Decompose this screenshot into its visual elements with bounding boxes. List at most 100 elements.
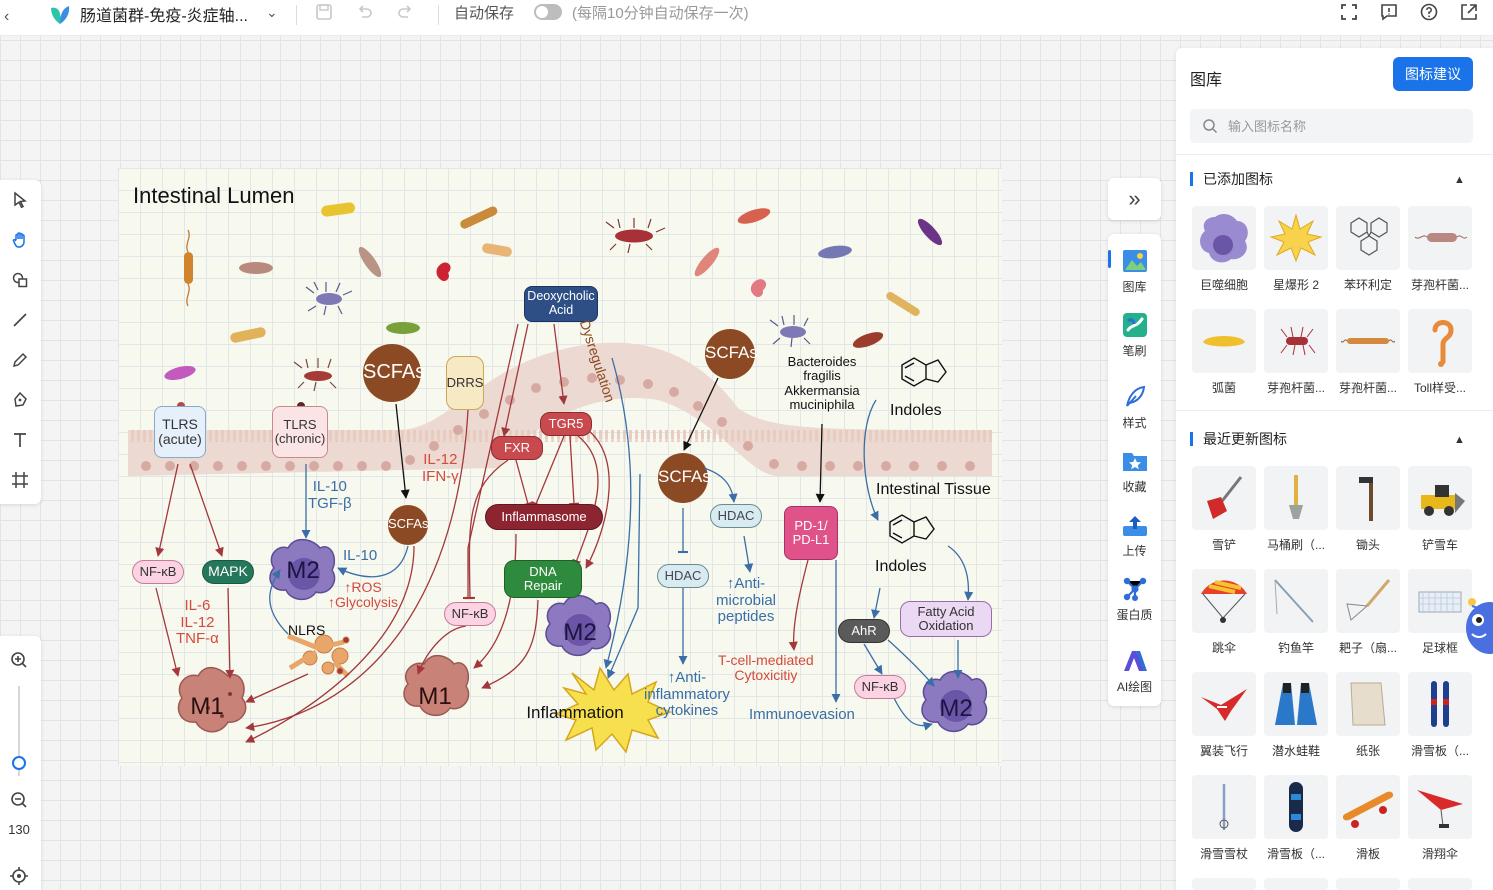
m1-label-left[interactable]: M1: [182, 693, 232, 720]
tile-vibrio[interactable]: [1192, 309, 1256, 373]
tile-partial[interactable]: [1192, 878, 1256, 890]
m2-label-right[interactable]: M2: [931, 695, 981, 722]
tile-fishing-rod[interactable]: [1264, 569, 1328, 633]
added-icons-section[interactable]: 已添加图标: [1190, 172, 1273, 186]
icon-suggest-button[interactable]: 图标建议: [1393, 57, 1473, 91]
scfa-label-small[interactable]: SCFAs: [388, 516, 428, 531]
il10-tgfb-label[interactable]: IL-10 TGF-β: [308, 478, 352, 512]
tile-toll-receptor[interactable]: [1408, 309, 1472, 373]
m1-label-center[interactable]: M1: [410, 683, 460, 710]
shape-tool-icon[interactable]: [8, 268, 32, 292]
dna-repair-node[interactable]: DNA Repair: [504, 560, 582, 598]
feedback-icon[interactable]: [1379, 2, 1399, 26]
m2-label-left[interactable]: M2: [278, 557, 328, 584]
icon-search-box[interactable]: [1190, 109, 1473, 143]
tile-macrophage[interactable]: [1192, 206, 1256, 270]
strip-favorites[interactable]: 收藏: [1108, 448, 1161, 495]
tile-partial[interactable]: [1336, 878, 1400, 890]
text-tool-icon[interactable]: [8, 428, 32, 452]
hdac-lower[interactable]: HDAC: [657, 564, 709, 588]
strip-ai-draw[interactable]: AI绘图: [1108, 648, 1161, 695]
anti-microbial-label[interactable]: ↑Anti- microbial peptides: [716, 575, 776, 626]
zoom-out-icon[interactable]: [9, 790, 29, 815]
strip-protein[interactable]: 蛋白质: [1108, 576, 1161, 623]
collapse-panel-button[interactable]: »: [1108, 178, 1161, 220]
pen-tool-icon[interactable]: [8, 388, 32, 412]
il10-label[interactable]: IL-10: [343, 547, 377, 565]
pencil-tool-icon[interactable]: [8, 348, 32, 372]
fxr-node[interactable]: FXR: [491, 436, 543, 460]
il12-ifng-label[interactable]: IL-12 IFN-γ: [422, 451, 459, 485]
cytokines-label[interactable]: IL-6 IL-12 TNF-α: [176, 597, 219, 648]
zoom-level[interactable]: 130: [0, 822, 38, 837]
tile-partial[interactable]: [1408, 878, 1472, 890]
collapse-caret-icon[interactable]: ▲: [1454, 434, 1465, 446]
export-icon[interactable]: [1459, 2, 1479, 26]
help-icon[interactable]: [1419, 2, 1439, 26]
hand-tool-icon[interactable]: [8, 228, 32, 252]
tile-toilet-brush[interactable]: [1264, 466, 1328, 530]
tile-rake[interactable]: [1336, 569, 1400, 633]
tile-ski-pole[interactable]: [1192, 775, 1256, 839]
fullscreen-icon[interactable]: [1339, 2, 1359, 26]
tissue-label[interactable]: Intestinal Tissue: [876, 481, 991, 499]
tile-phencyclidine[interactable]: [1336, 206, 1400, 270]
tile-parachute[interactable]: [1192, 569, 1256, 633]
fatty-acid-oxidation-node[interactable]: Fatty Acid Oxidation: [900, 601, 992, 637]
diagram-canvas[interactable]: Intestinal Lumen Intestinal Tissue TLRS …: [118, 168, 1002, 766]
tile-diving-fins[interactable]: [1264, 672, 1328, 736]
inflammasome-node[interactable]: Inflammasome: [485, 504, 603, 530]
tile-chain-bacillus[interactable]: [1336, 309, 1400, 373]
m2-label-center[interactable]: M2: [555, 619, 605, 646]
scfa-label-lumen[interactable]: SCFAs: [363, 361, 425, 383]
line-tool-icon[interactable]: [8, 308, 32, 332]
zoom-in-icon[interactable]: [9, 650, 29, 675]
inflammation-label[interactable]: Inflammation: [520, 703, 630, 723]
tile-hang-glider[interactable]: [1408, 775, 1472, 839]
tgr5-node[interactable]: TGR5: [540, 412, 592, 436]
assistant-mascot-icon[interactable]: [1462, 596, 1493, 667]
tile-snowboard[interactable]: [1264, 775, 1328, 839]
hdac-upper[interactable]: HDAC: [710, 504, 762, 528]
nfkb-left[interactable]: NF-κB: [132, 560, 184, 584]
frame-tool-icon[interactable]: [8, 468, 32, 492]
drrs-receptor[interactable]: DRRS: [446, 356, 484, 410]
indoles-label-bottom[interactable]: Indoles: [875, 558, 927, 576]
strip-style[interactable]: 样式: [1108, 384, 1161, 431]
ahr-node[interactable]: AhR: [838, 619, 890, 643]
undo-icon[interactable]: [356, 3, 374, 25]
deoxycholic-acid[interactable]: Deoxycholic Acid: [524, 286, 598, 322]
anti-inflammatory-label[interactable]: ↑Anti- inflammatory cytokines: [644, 669, 730, 720]
tile-starburst[interactable]: [1264, 206, 1328, 270]
ros-glycolysis-label[interactable]: ↑ROS ↑Glycolysis: [328, 579, 398, 611]
tlrs-chronic-receptor[interactable]: TLRS (chronic): [272, 406, 328, 458]
nfkb-center[interactable]: NF-κB: [444, 602, 496, 626]
tile-flagellated-bacillus[interactable]: [1264, 309, 1328, 373]
strip-upload[interactable]: 上传: [1108, 512, 1161, 559]
tile-snowplow[interactable]: [1408, 466, 1472, 530]
zoom-slider-handle[interactable]: [12, 756, 26, 770]
immunoevasion-label[interactable]: Immunoevasion: [749, 706, 855, 724]
tile-paper[interactable]: [1336, 672, 1400, 736]
tcell-cytotoxicity-label[interactable]: T-cell-mediated Cytoxicitiy: [718, 652, 814, 684]
strip-brush[interactable]: 笔刷: [1108, 312, 1161, 359]
tile-wingsuit[interactable]: [1192, 672, 1256, 736]
lumen-title[interactable]: Intestinal Lumen: [133, 183, 294, 208]
icon-search-input[interactable]: [1228, 115, 1458, 137]
strip-gallery[interactable]: 图库: [1108, 248, 1161, 295]
chevron-down-icon[interactable]: ⌄: [266, 4, 278, 21]
pd1-pdl1-node[interactable]: PD-1/ PD-L1: [784, 506, 838, 560]
back-icon[interactable]: ‹: [4, 8, 9, 26]
tile-snow-shovel[interactable]: [1192, 466, 1256, 530]
save-icon[interactable]: [315, 3, 333, 25]
scfa-label-tissue[interactable]: SCFAs: [658, 467, 711, 487]
redo-icon[interactable]: [396, 3, 414, 25]
document-title[interactable]: 肠道菌群-免疫-炎症轴...: [80, 2, 248, 26]
nfkb-right[interactable]: NF-κB: [854, 675, 906, 699]
tlrs-acute-receptor[interactable]: TLRS (acute): [154, 406, 206, 458]
collapse-caret-icon[interactable]: ▲: [1454, 174, 1465, 186]
select-tool-icon[interactable]: [8, 188, 32, 212]
bacteroides-label[interactable]: Bacteroides fragilis Akkermansia mucinip…: [778, 354, 866, 412]
tile-partial[interactable]: [1264, 878, 1328, 890]
locate-icon[interactable]: [9, 866, 29, 890]
